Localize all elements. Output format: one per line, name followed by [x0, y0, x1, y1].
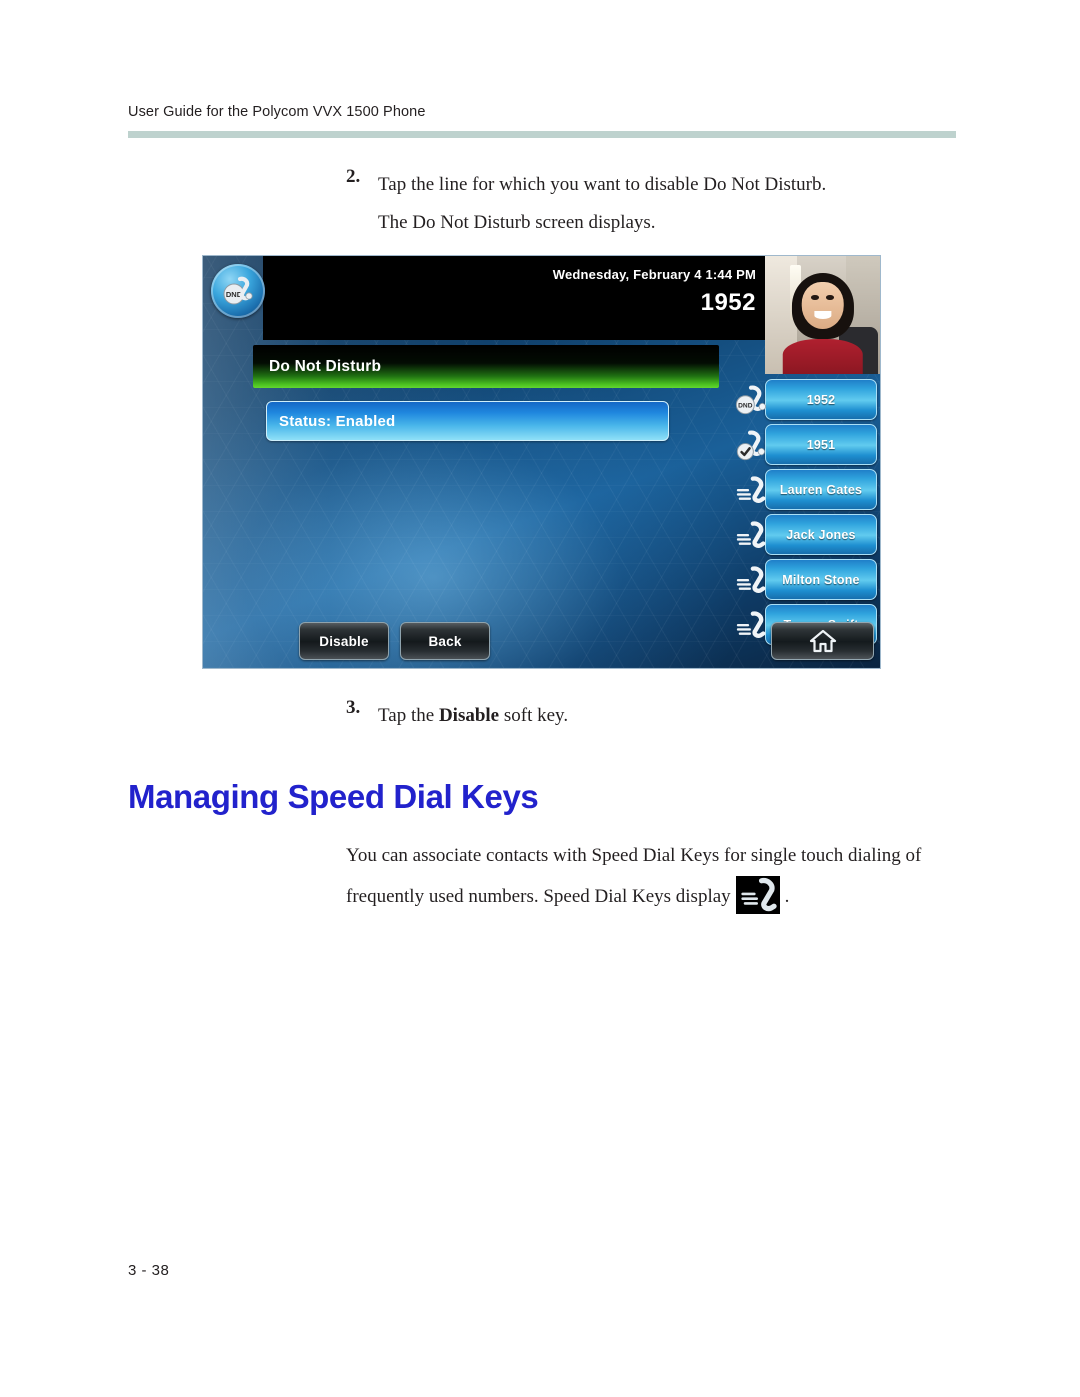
- dnd-badge-icon: DND: [211, 264, 265, 318]
- video-person-eye-right: [825, 294, 834, 300]
- step-2: 2. Tap the line for which you want to di…: [346, 166, 826, 242]
- home-icon: [809, 629, 836, 653]
- phone-status-bar: Wednesday, February 4 1:44 PM 1952: [263, 256, 765, 340]
- step-3-number: 3.: [346, 697, 361, 718]
- screen-title-bar: Do Not Disturb: [253, 345, 719, 388]
- video-person-body: [782, 338, 863, 374]
- step-3-text-bold: Disable: [438, 705, 500, 726]
- registered-line-icon: [736, 430, 765, 460]
- line-key-1952[interactable]: DND 1952: [735, 379, 877, 420]
- video-person-eye-left: [811, 294, 820, 300]
- paragraph-text-after: .: [784, 886, 790, 907]
- line-key-label: Milton Stone: [782, 572, 860, 587]
- line-key-label: Jack Jones: [786, 527, 856, 542]
- line-key-milton-stone[interactable]: Milton Stone: [736, 559, 877, 600]
- status-extension: 1952: [700, 289, 756, 316]
- paragraph-text: You can associate contacts with Speed Di…: [346, 845, 922, 907]
- line-key-label: 1952: [806, 392, 836, 407]
- speed-dial-icon: [736, 475, 766, 503]
- line-key-lauren-gates[interactable]: Lauren Gates: [736, 469, 877, 510]
- video-person-face: [801, 281, 844, 330]
- soft-key-row: Disable Back: [299, 622, 490, 660]
- status-datetime: Wednesday, February 4 1:44 PM: [552, 267, 756, 282]
- line-key-1951[interactable]: 1951: [736, 424, 877, 465]
- step-2-number: 2.: [346, 166, 361, 187]
- line-key-jack-jones[interactable]: Jack Jones: [736, 514, 877, 555]
- step-3-text-after: soft key.: [499, 705, 569, 726]
- phone-screen-figure: DND Wednesday, February 4 1:44 PM 1952 D…: [203, 256, 880, 668]
- step-3-text-before: Tap the: [378, 705, 439, 726]
- step-2-body: Tap the line for which you want to disab…: [378, 166, 826, 242]
- disable-soft-key[interactable]: Disable: [299, 622, 389, 660]
- speed-dial-icon: [736, 520, 766, 548]
- dnd-handset-glyph: DND: [223, 276, 253, 305]
- speed-dial-icon: [736, 610, 766, 638]
- line-key-column: DND 1952 1951 Lauren Gates Jack Jones Mi…: [735, 379, 877, 649]
- line-key-label: Lauren Gates: [779, 482, 863, 497]
- home-soft-key[interactable]: [771, 622, 874, 660]
- video-self-view: [765, 256, 880, 374]
- page-running-header: User Guide for the Polycom VVX 1500 Phon…: [128, 104, 426, 120]
- step-2-subtext: The Do Not Disturb screen displays.: [378, 212, 656, 233]
- speed-dial-icon: [735, 876, 780, 914]
- dnd-line-icon: DND: [735, 385, 766, 414]
- step-2-text: Tap the line for which you want to disab…: [378, 174, 827, 195]
- section-heading: Managing Speed Dial Keys: [128, 778, 539, 815]
- line-key-label: 1951: [806, 437, 836, 452]
- dnd-status-item[interactable]: Status: Enabled: [266, 401, 669, 441]
- speed-dial-icon: [736, 565, 766, 593]
- step-3: 3. Tap the Disable soft key.: [346, 697, 568, 735]
- header-rule: [128, 131, 956, 138]
- section-paragraph: You can associate contacts with Speed Di…: [346, 836, 966, 917]
- svg-text:DND: DND: [738, 402, 753, 409]
- speed-dial-glyph: [741, 877, 777, 912]
- page-footer: 3 - 38: [128, 1262, 170, 1279]
- step-3-body: Tap the Disable soft key.: [378, 697, 568, 735]
- back-soft-key[interactable]: Back: [400, 622, 490, 660]
